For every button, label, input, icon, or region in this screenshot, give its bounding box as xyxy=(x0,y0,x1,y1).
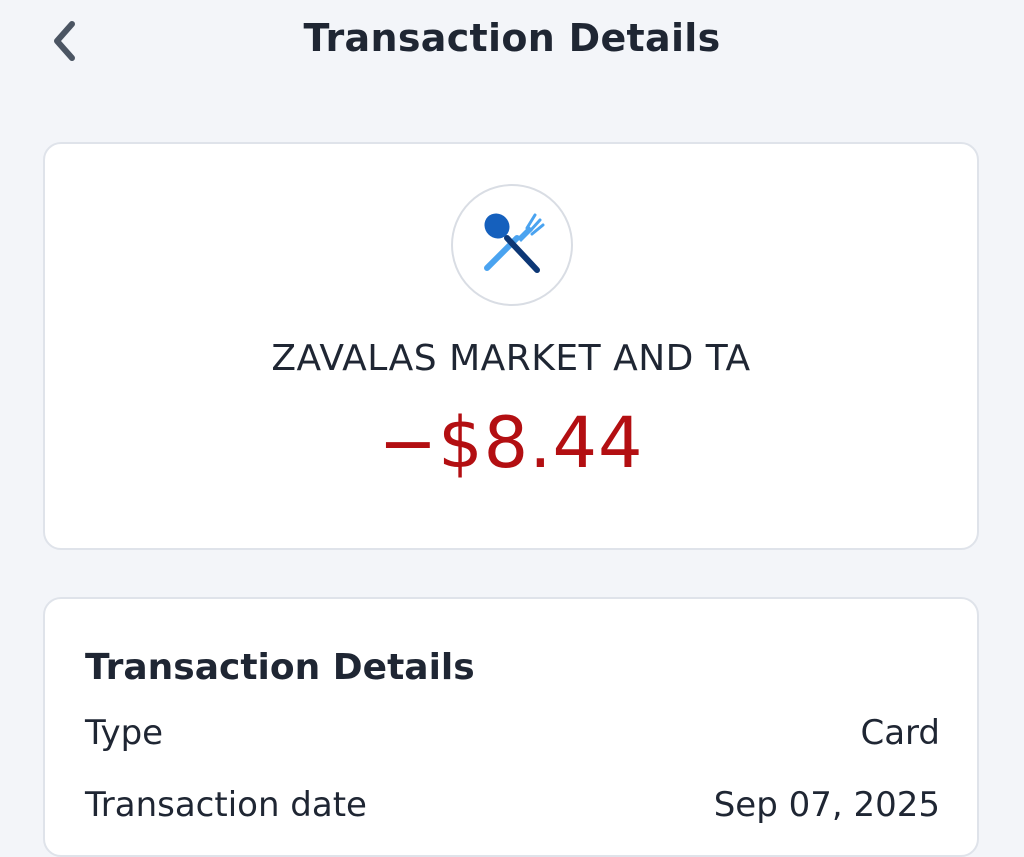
app-header: Transaction Details xyxy=(0,0,1024,90)
detail-label: Type xyxy=(85,713,164,753)
utensils-icon xyxy=(477,208,547,282)
detail-label: Transaction date xyxy=(85,785,367,825)
detail-row-transaction-date: Transaction date Sep 07, 2025 xyxy=(85,785,940,825)
detail-value: Sep 07, 2025 xyxy=(713,785,940,825)
details-section-title: Transaction Details xyxy=(85,647,475,688)
transaction-summary-card: ZAVALAS MARKET AND TA −$8.44 xyxy=(43,142,979,550)
merchant-name: ZAVALAS MARKET AND TA xyxy=(271,338,751,379)
detail-row-type: Type Card xyxy=(85,713,940,753)
detail-value: Card xyxy=(860,713,940,753)
transaction-amount: −$8.44 xyxy=(378,402,644,484)
category-icon-badge xyxy=(451,184,573,306)
page-title: Transaction Details xyxy=(303,16,721,60)
transaction-details-card: Transaction Details Type Card Transactio… xyxy=(43,597,979,857)
